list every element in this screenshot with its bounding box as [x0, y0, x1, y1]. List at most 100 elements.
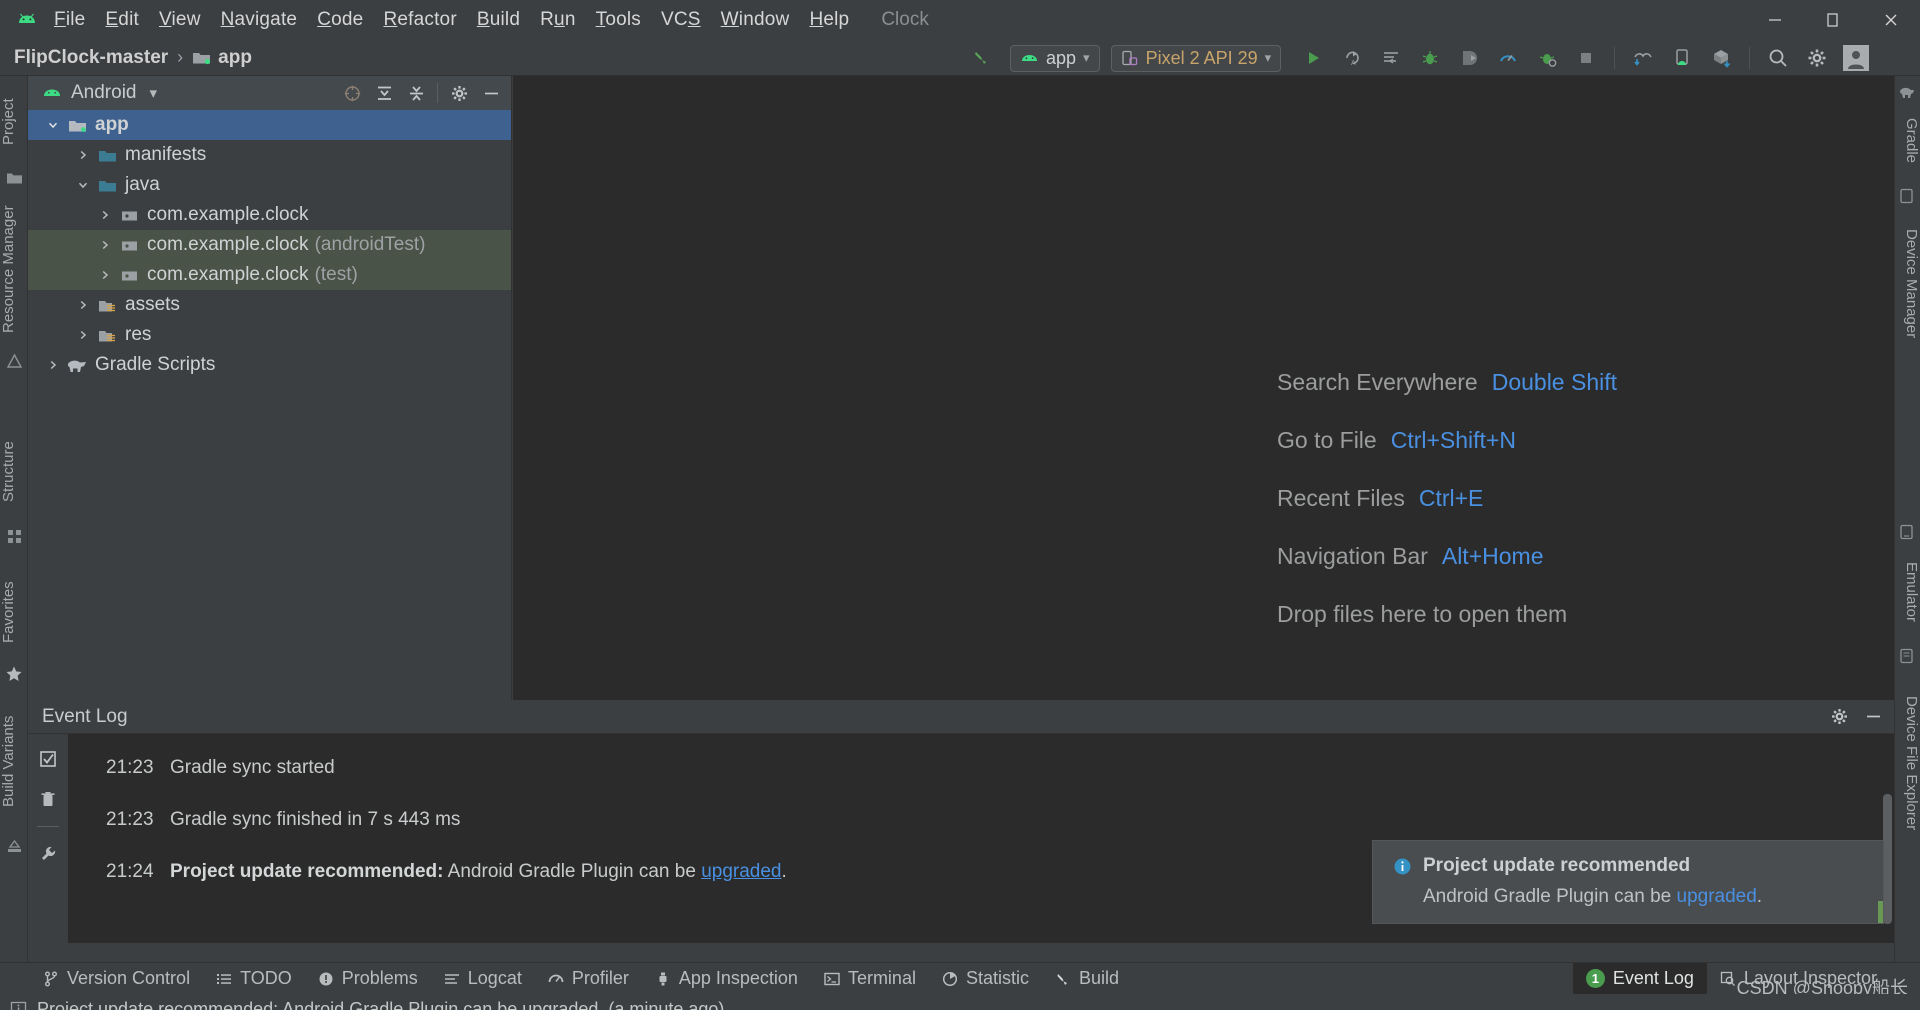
search-icon[interactable] — [1761, 43, 1795, 73]
notification-balloon[interactable]: Project update recommended Android Gradl… — [1372, 840, 1884, 924]
sidebar-item-device-file-explorer[interactable]: Device File Explorer — [1894, 670, 1920, 856]
twisty-collapsed-icon[interactable] — [94, 209, 116, 221]
menu-file[interactable]: FFileile — [44, 6, 95, 34]
tab-logcat[interactable]: Logcat — [431, 963, 535, 995]
tab-problems[interactable]: Problems — [305, 963, 431, 995]
event-log-entry[interactable]: 21:23 Gradle sync started — [68, 742, 1894, 794]
menu-view[interactable]: View — [149, 6, 211, 34]
sdk-manager-icon[interactable] — [1626, 43, 1660, 73]
hide-panel-icon[interactable] — [1860, 704, 1886, 730]
run-icon[interactable] — [1296, 43, 1330, 73]
tab-terminal[interactable]: Terminal — [811, 963, 929, 995]
sidebar-item-resource-manager[interactable]: Resource Manager — [0, 194, 28, 344]
settings-gear-icon[interactable] — [445, 80, 473, 106]
twisty-collapsed-icon[interactable] — [72, 329, 94, 341]
sync-gradle-icon[interactable] — [1704, 43, 1738, 73]
menu-code[interactable]: Code — [307, 6, 373, 34]
collapse-all-icon[interactable] — [402, 80, 430, 106]
tab-statistic[interactable]: Statistic — [929, 963, 1042, 995]
tree-row[interactable]: com.example.clock — [28, 200, 511, 230]
editor-empty-area[interactable]: Search Everywhere Double Shift Go to Fil… — [513, 76, 1894, 700]
user-avatar-icon[interactable] — [1839, 43, 1873, 73]
delete-icon[interactable] — [35, 786, 61, 812]
terminal-icon — [824, 971, 840, 987]
build-hammer-icon[interactable] — [965, 43, 999, 73]
sidebar-item-emulator[interactable]: Emulator — [1894, 546, 1920, 638]
twisty-expanded-icon[interactable] — [42, 119, 64, 131]
event-log-entry[interactable]: 21:23 Gradle sync finished in 7 s 443 ms — [68, 794, 1894, 846]
twisty-expanded-icon[interactable] — [72, 179, 94, 191]
device-selector[interactable]: Pixel 2 API 29 ▾ — [1110, 44, 1282, 72]
expand-all-icon[interactable] — [370, 80, 398, 106]
run-configuration-selector[interactable]: app ▾ — [1010, 44, 1100, 72]
sidebar-item-project[interactable]: Project — [0, 82, 28, 162]
menu-refactor[interactable]: Refactor — [373, 6, 466, 34]
sidebar-item-favorites[interactable]: Favorites — [0, 566, 28, 658]
twisty-collapsed-icon[interactable] — [42, 359, 64, 371]
tab-build[interactable]: Build — [1042, 963, 1132, 995]
menu-edit[interactable]: Edit — [95, 6, 149, 34]
tree-row[interactable]: manifests — [28, 140, 511, 170]
balloon-text-row: Android Gradle Plugin can be upgraded. — [1373, 877, 1883, 908]
breadcrumb-project[interactable]: FlipClock-master — [14, 47, 168, 69]
run-with-coverage-icon[interactable] — [1530, 43, 1564, 73]
apply-code-changes-icon[interactable] — [1374, 43, 1408, 73]
debug-icon[interactable] — [1413, 43, 1447, 73]
tree-row[interactable]: res — [28, 320, 511, 350]
minimize-button[interactable] — [1746, 0, 1804, 40]
sidebar-item-device-manager[interactable]: Device Manager — [1894, 210, 1920, 358]
upgrade-link[interactable]: upgraded — [1677, 886, 1757, 907]
avd-manager-icon[interactable] — [1665, 43, 1699, 73]
tree-row[interactable]: com.example.clock (androidTest) — [28, 230, 511, 260]
tree-row[interactable]: com.example.clock (test) — [28, 260, 511, 290]
event-title: Project update recommended: — [170, 861, 444, 882]
sidebar-item-gradle[interactable]: Gradle — [1894, 106, 1920, 176]
settings-wrench-icon[interactable] — [35, 841, 61, 867]
menu-help[interactable]: Help — [799, 6, 859, 34]
settings-gear-icon[interactable] — [1800, 43, 1834, 73]
project-folder-icon — [4, 168, 24, 188]
tree-row[interactable]: Gradle Scripts — [28, 350, 511, 380]
attach-debugger-icon[interactable] — [1452, 43, 1486, 73]
sidebar-item-structure[interactable]: Structure — [0, 426, 28, 518]
upgrade-link[interactable]: upgraded — [701, 861, 781, 883]
tab-profiler[interactable]: Profiler — [535, 963, 642, 995]
menu-window[interactable]: Window — [711, 6, 800, 34]
tree-row[interactable]: java — [28, 170, 511, 200]
menu-run[interactable]: Run — [530, 6, 585, 34]
maximize-button[interactable] — [1804, 0, 1862, 40]
tab-version-control[interactable]: Version Control — [30, 963, 203, 995]
twisty-collapsed-icon[interactable] — [72, 299, 94, 311]
tab-event-log[interactable]: 1 Event Log — [1572, 962, 1707, 995]
close-button[interactable] — [1862, 0, 1920, 40]
hide-panel-icon[interactable] — [477, 80, 505, 106]
settings-gear-icon[interactable] — [1826, 704, 1852, 730]
menu-tools[interactable]: Tools — [586, 6, 651, 34]
sidebar-item-build-variants[interactable]: Build Variants — [0, 696, 28, 826]
project-tree[interactable]: app manifests java com.example.clock com… — [28, 110, 511, 700]
apply-changes-icon[interactable]: A — [1335, 43, 1369, 73]
mark-all-read-icon[interactable] — [35, 746, 61, 772]
status-message[interactable]: Project update recommended: Android Grad… — [37, 999, 724, 1010]
hint-shortcut: Ctrl+Shift+N — [1390, 426, 1516, 453]
twisty-collapsed-icon[interactable] — [94, 269, 116, 281]
tree-row[interactable]: app — [28, 110, 511, 140]
event-time: 21:24 — [106, 861, 154, 882]
profiler-icon[interactable] — [1491, 43, 1525, 73]
tree-row[interactable]: assets — [28, 290, 511, 320]
twisty-collapsed-icon[interactable] — [94, 239, 116, 251]
tab-app-inspection[interactable]: App Inspection — [642, 963, 811, 995]
info-square-icon[interactable] — [10, 1001, 27, 1010]
stop-icon[interactable] — [1569, 43, 1603, 73]
tab-todo[interactable]: TODO — [203, 963, 305, 995]
menu-vcs[interactable]: VCS — [651, 6, 711, 34]
twisty-collapsed-icon[interactable] — [72, 149, 94, 161]
menu-build[interactable]: Build — [467, 6, 530, 34]
select-opened-file-icon[interactable] — [338, 80, 366, 106]
breadcrumb-module[interactable]: app — [218, 47, 252, 69]
event-log-scrollbar[interactable] — [1883, 794, 1892, 924]
resource-manager-icon — [4, 351, 24, 371]
menu-navigate[interactable]: Navigate — [211, 6, 308, 34]
chevron-down-icon[interactable]: ▾ — [150, 84, 158, 102]
breadcrumb-separator-icon: › — [177, 47, 184, 67]
